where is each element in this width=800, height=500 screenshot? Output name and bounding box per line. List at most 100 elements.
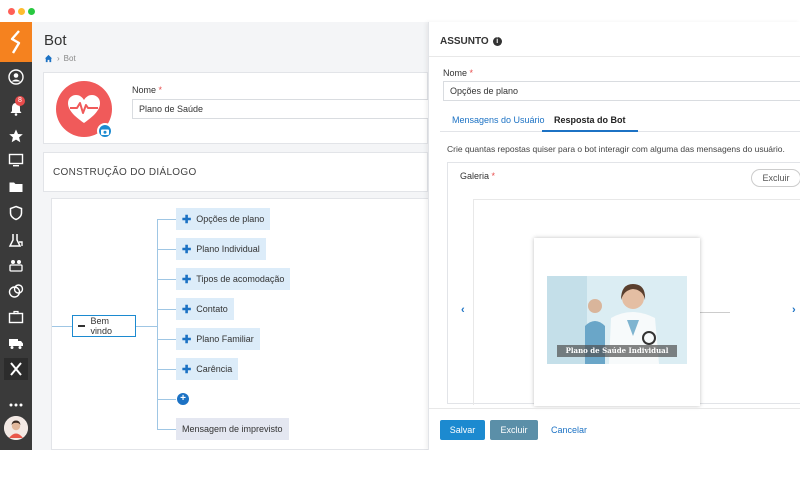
bot-name-input[interactable]: Plano de Saúde	[132, 99, 429, 119]
sidebar-item-delivery[interactable]	[4, 332, 28, 354]
expand-plus-icon[interactable]: ✚	[182, 303, 191, 316]
carousel-prev-icon[interactable]: ‹	[461, 304, 465, 316]
sidebar-item-team[interactable]	[4, 254, 28, 276]
tree-node[interactable]: ✚ Opções de plano	[176, 208, 271, 230]
tree-node[interactable]: ✚ Tipos de acomodação	[176, 268, 291, 290]
tree-connector	[52, 326, 72, 327]
app-logo[interactable]	[0, 22, 32, 62]
tree-connector	[157, 219, 158, 429]
tree-node[interactable]: ✚ Plano Individual	[176, 238, 266, 260]
tree-node-label: Mensagem de imprevisto	[182, 424, 283, 434]
panel-title: ASSUNTO i	[440, 36, 502, 47]
slide-image: Plano de Saúde Individual	[547, 276, 687, 364]
expand-plus-icon[interactable]: ✚	[182, 363, 191, 376]
save-button[interactable]: Salvar	[440, 420, 485, 440]
tree-node-fallback[interactable]: Mensagem de imprevisto	[176, 418, 289, 440]
tree-connector	[157, 399, 176, 400]
tree-connector	[157, 219, 176, 220]
sidebar-item-monitor[interactable]	[4, 149, 28, 171]
sidebar-item-globe[interactable]	[4, 280, 28, 302]
sidebar-item-security[interactable]	[4, 202, 28, 224]
panel-title-text: ASSUNTO	[440, 36, 489, 47]
tab-bot-response[interactable]: Resposta do Bot	[542, 108, 638, 132]
globe-icon	[8, 284, 24, 298]
flask-icon	[8, 234, 23, 247]
subject-panel: ASSUNTO i Nome * Opções de plano Mensage…	[428, 22, 800, 450]
required-mark: *	[491, 171, 496, 181]
add-node-button[interactable]: +	[177, 393, 189, 405]
expand-plus-icon[interactable]: ✚	[182, 333, 191, 346]
tree-node[interactable]: ✚ Carência	[176, 358, 239, 380]
tree-node[interactable]: ✚ Contato	[176, 298, 234, 320]
tree-node-label: Tipos de acomodação	[196, 274, 285, 284]
page-title: Bot	[44, 32, 67, 49]
carousel-next-icon[interactable]: ›	[792, 304, 796, 316]
gallery-carousel: ‹ › Plano de Saúde Individual	[461, 199, 800, 406]
collapse-icon[interactable]	[78, 325, 86, 327]
gallery-label: Galeria *	[460, 171, 495, 181]
user-icon	[8, 69, 24, 85]
window-chrome	[0, 0, 800, 22]
panel-footer: Salvar Excluir Cancelar	[429, 408, 800, 450]
name-label: Nome *	[132, 85, 162, 95]
tree-node-label: Plano Familiar	[196, 334, 254, 344]
tree-connector	[157, 279, 176, 280]
sidebar-item-favorites[interactable]	[4, 125, 28, 147]
expand-plus-icon[interactable]: ✚	[182, 243, 191, 256]
app-window: 8 Bot › Bot Nome * Plano de Saúde CONSTR…	[0, 0, 800, 450]
sidebar-item-notifications[interactable]: 8	[4, 96, 28, 120]
notification-badge: 8	[15, 96, 25, 106]
panel-name-label-text: Nome	[443, 68, 468, 78]
info-icon[interactable]: i	[492, 37, 502, 46]
maximize-window-button[interactable]	[28, 8, 35, 15]
user-avatar[interactable]	[4, 416, 28, 440]
gallery-label-text: Galeria	[460, 171, 490, 181]
sidebar-item-more[interactable]	[4, 394, 28, 416]
expand-plus-icon[interactable]: ✚	[182, 213, 191, 226]
dialog-section-header: CONSTRUÇÃO DO DIÁLOGO	[43, 152, 428, 192]
sidebar-item-profile[interactable]	[4, 66, 28, 88]
panel-description: Crie quantas repostas quiser para o bot …	[447, 144, 785, 154]
required-mark: *	[469, 68, 474, 78]
breadcrumb-current: Bot	[63, 54, 76, 63]
main-content: Bot › Bot Nome * Plano de Saúde CONSTRUÇ…	[32, 22, 429, 450]
name-label-text: Nome	[132, 85, 157, 95]
tree-connector	[157, 339, 176, 340]
gallery-box: Galeria * Excluir ‹ › Plano de Saúde Ind…	[447, 162, 800, 406]
tab-user-messages[interactable]: Mensagens do Usuário	[440, 108, 557, 132]
delete-button[interactable]: Excluir	[490, 420, 538, 440]
expand-plus-icon[interactable]: ✚	[182, 273, 191, 286]
bot-info-card: Nome * Plano de Saúde	[43, 72, 429, 144]
dialog-section-title: CONSTRUÇÃO DO DIÁLOGO	[53, 167, 197, 178]
tree-node-label: Plano Individual	[196, 244, 260, 254]
tree-node-label: Opções de plano	[196, 214, 265, 224]
divider	[429, 56, 800, 57]
subject-name-input[interactable]: Opções de plano	[443, 81, 800, 101]
sidebar-item-flask[interactable]	[4, 229, 28, 251]
panel-name-label: Nome *	[443, 68, 473, 78]
breadcrumb: › Bot	[44, 54, 76, 63]
gallery-slide[interactable]: Plano de Saúde Individual	[534, 238, 700, 406]
gallery-delete-button[interactable]: Excluir	[751, 169, 800, 187]
minimize-window-button[interactable]	[18, 8, 25, 15]
sidebar-item-x[interactable]	[4, 358, 28, 380]
close-window-button[interactable]	[8, 8, 15, 15]
breadcrumb-separator-icon: ›	[57, 54, 60, 63]
slide-caption: Plano de Saúde Individual	[557, 345, 677, 357]
root-node-label: Bem vindo	[90, 316, 112, 336]
tree-root-node[interactable]: Bem vindo	[72, 315, 136, 337]
tree-node[interactable]: ✚ Plano Familiar	[176, 328, 260, 350]
dialog-tree: Bem vindo ✚ Opções de plano ✚ Plano Indi…	[51, 198, 428, 450]
sidebar-item-briefcase[interactable]	[4, 306, 28, 328]
star-icon	[9, 129, 23, 143]
home-icon[interactable]	[44, 54, 53, 63]
tree-connector	[157, 309, 176, 310]
folder-icon	[9, 182, 23, 192]
camera-icon	[101, 129, 109, 135]
sidebar: 8	[0, 22, 32, 450]
cancel-button[interactable]: Cancelar	[544, 420, 594, 440]
tree-connector	[157, 249, 176, 250]
sidebar-item-folders[interactable]	[4, 176, 28, 198]
change-photo-button[interactable]	[97, 123, 113, 139]
tree-node-label: Contato	[196, 304, 228, 314]
